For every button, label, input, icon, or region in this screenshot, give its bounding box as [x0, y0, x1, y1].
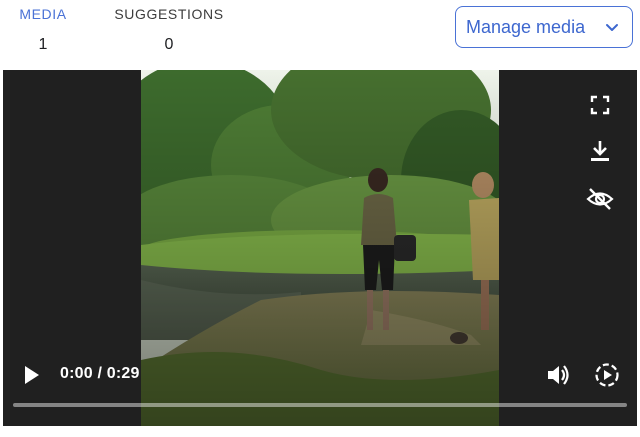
volume-icon — [548, 365, 569, 385]
fullscreen-icon — [590, 95, 610, 115]
progress-bar[interactable] — [13, 403, 627, 407]
volume-button[interactable] — [546, 363, 572, 387]
play-button[interactable] — [23, 365, 41, 385]
suggestions-count-value: 0 — [164, 36, 174, 53]
media-count-label: MEDIA — [19, 6, 67, 22]
chevron-down-icon — [606, 24, 618, 31]
video-player[interactable]: 0:00 / 0:29 — [3, 70, 637, 426]
suggestions-count-stat: SUGGESTIONS 0 — [112, 6, 226, 54]
manage-media-label: Manage media — [466, 16, 586, 37]
play-icon — [25, 366, 39, 384]
playback-time: 0:00 / 0:29 — [60, 365, 140, 382]
media-count-value: 1 — [38, 36, 48, 53]
manage-media-button[interactable]: Manage media — [455, 6, 633, 48]
eye-off-icon — [586, 188, 614, 210]
fullscreen-button[interactable] — [590, 95, 610, 115]
download-button[interactable] — [589, 139, 611, 163]
suggestions-count-label: SUGGESTIONS — [114, 6, 224, 22]
video-frame[interactable] — [141, 70, 499, 426]
hide-media-button[interactable] — [586, 187, 614, 211]
media-count-stat: MEDIA 1 — [16, 6, 70, 54]
media-stats: MEDIA 1 SUGGESTIONS 0 — [0, 0, 440, 66]
playback-speed-button[interactable] — [594, 362, 620, 388]
download-icon — [591, 141, 609, 161]
playback-speed-icon — [595, 363, 619, 387]
